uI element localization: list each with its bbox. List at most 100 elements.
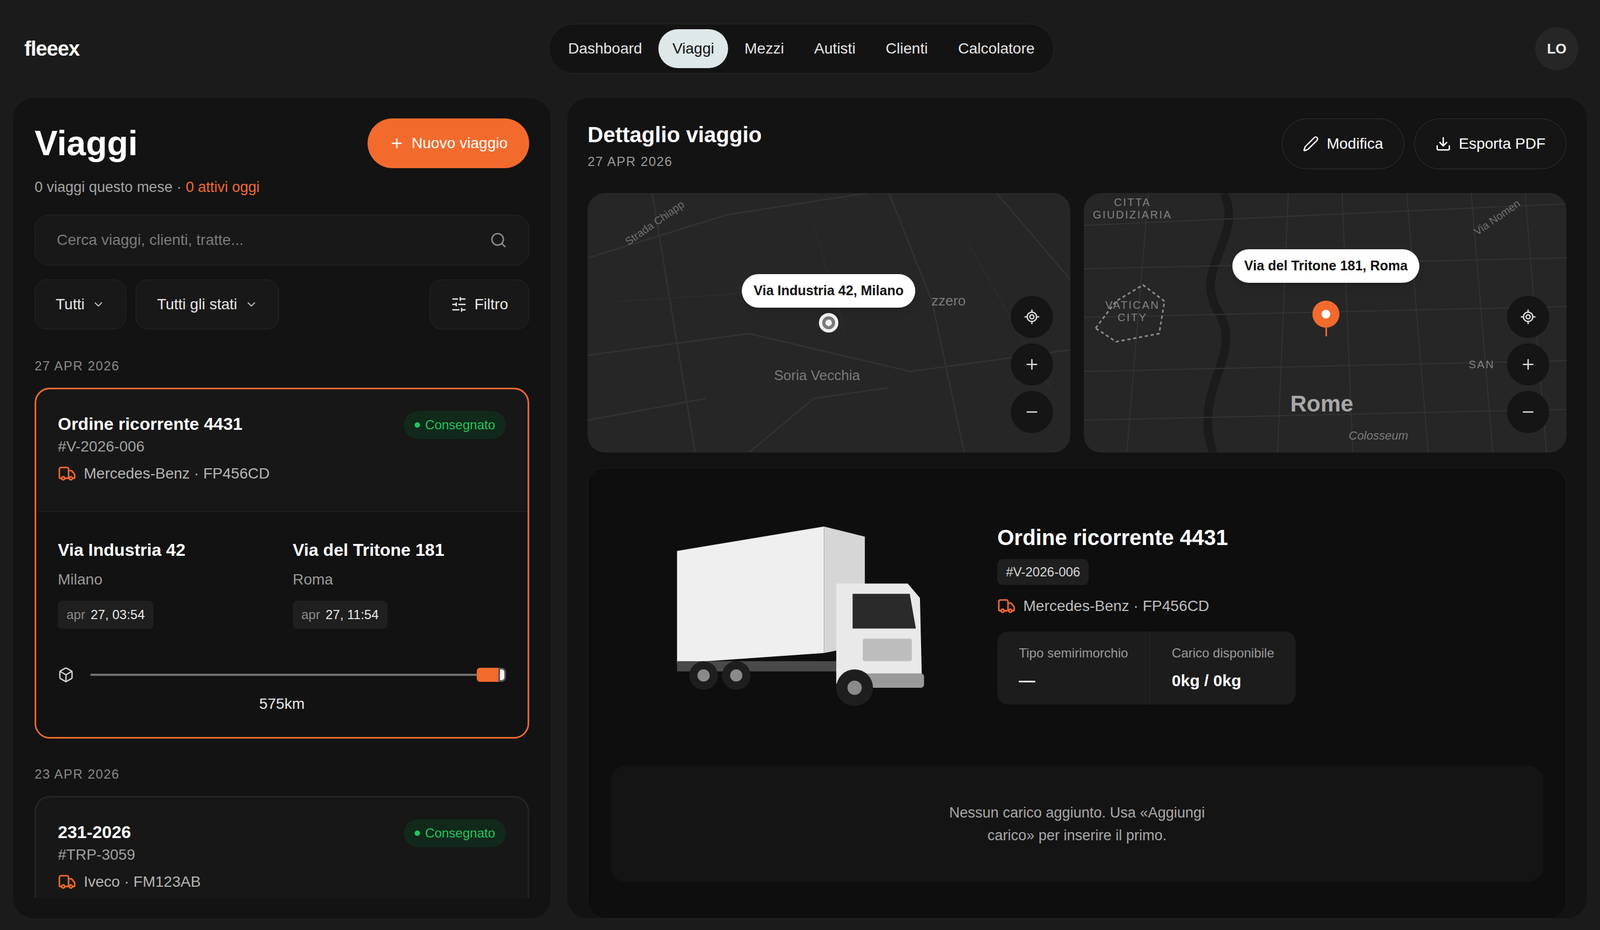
date-header: 27 APR 2026 — [34, 356, 530, 376]
trip-item: Ordine ricorrente 4431#V-2026-006Mercede… — [34, 387, 530, 739]
trip-route: Via Industria 42Milanoapr27, 03:54Via de… — [36, 511, 528, 737]
user-avatar[interactable]: LO — [1535, 27, 1579, 71]
nav-tab[interactable]: Mezzi — [730, 29, 798, 69]
filter-dropdown[interactable]: Tutti gli stati — [135, 279, 279, 330]
truck-icon — [997, 596, 1016, 616]
trips-summary: 0 viaggi questo mese ·0 attivi oggi — [34, 177, 530, 197]
route-map[interactable]: Strada ChiappzzeroSoria VecchiaVia Indus… — [587, 192, 1071, 453]
action-label: Esporta PDF — [1458, 132, 1546, 156]
vehicle-name: Iveco · FM123AB — [83, 871, 201, 892]
zoom-in-icon — [1520, 356, 1537, 373]
truck-icon — [57, 872, 77, 891]
trips-header: Viaggi Nuovo viaggio — [34, 118, 530, 169]
marker-body — [476, 667, 499, 682]
edit-button[interactable]: Modifica — [1281, 118, 1404, 170]
new-trip-label: Nuovo viaggio — [411, 131, 508, 155]
action-label: Modifica — [1326, 132, 1383, 156]
vehicle-name: Mercedes-Benz · FP456CD — [83, 463, 270, 484]
map-place-label: VATICAN CITY — [1094, 298, 1171, 324]
detail-title: Dettaglio viaggio — [587, 121, 762, 148]
route-stops: Via Industria 42Milanoapr27, 03:54Via de… — [57, 538, 506, 629]
zoom-in-button[interactable] — [1010, 343, 1053, 386]
zoom-in-button[interactable] — [1507, 343, 1550, 386]
spec-item: Tipo semirimorchio— — [997, 631, 1150, 705]
locate-button[interactable] — [1507, 295, 1550, 338]
detail-trip-title: Ordine ricorrente 4431 — [997, 524, 1229, 551]
account-area: LO — [1054, 27, 1579, 71]
truck-image — [672, 522, 929, 706]
zoom-out-icon — [1520, 403, 1537, 420]
map-place-label: zzero — [931, 290, 966, 312]
route-stop: Via Industria 42Milanoapr27, 03:54 — [57, 538, 272, 629]
trip-card[interactable]: Ordine ricorrente 4431#V-2026-006Mercede… — [34, 387, 530, 739]
main-nav: DashboardViaggiMezziAutistiClientiCalcol… — [548, 23, 1055, 74]
filter-button[interactable]: Filtro — [429, 279, 530, 330]
route-stop: Via del Tritone 181Romaapr27, 11:54 — [292, 538, 507, 629]
main-area: Viaggi Nuovo viaggio 0 viaggi questo mese … — [0, 97, 1600, 919]
truck-marker — [476, 667, 506, 682]
date-header: 23 APR 2026 — [34, 764, 530, 784]
empty-load-box: Nessun carico aggiunto. Usa «Aggiungi ca… — [610, 765, 1544, 882]
locate-button[interactable] — [1010, 295, 1053, 338]
detail-panel: Dettaglio viaggio 27 APR 2026 Modifica Espo… — [566, 97, 1588, 919]
nav-tab[interactable]: Clienti — [871, 29, 943, 69]
detail-vehicle: Mercedes-Benz · FP456CD — [997, 594, 1210, 618]
map-place-label: SAN — [1468, 358, 1495, 371]
chevron-down-icon — [244, 297, 258, 311]
trip-code: #V-2026-006 — [57, 436, 506, 457]
trip-list: 27 APR 2026 Ordine ricorrente 4431#V-2026… — [34, 329, 530, 898]
route-progress — [57, 666, 506, 683]
route-map[interactable]: CITTA GIUDIZIARIAVATICAN CITYRomeColosse… — [1083, 192, 1567, 453]
zoom-out-button[interactable] — [1010, 390, 1053, 433]
search-input[interactable] — [56, 228, 482, 252]
spec-label: Carico disponibile — [1171, 643, 1275, 663]
filter-label: Tutti gli stati — [156, 292, 237, 316]
trips-title: Viaggi — [34, 125, 138, 161]
nav-tab[interactable]: Autisti — [800, 29, 870, 69]
map-place-label: Soria Vecchia — [774, 364, 860, 386]
status-label: Consegnato — [425, 415, 496, 435]
map-controls — [1010, 295, 1053, 433]
nav-tab[interactable]: Calcolatore — [943, 29, 1049, 69]
plus-icon — [389, 135, 405, 151]
sliders-icon — [450, 296, 468, 313]
marker-cab — [498, 667, 506, 682]
zoom-out-button[interactable] — [1507, 390, 1550, 433]
export-pdf-button[interactable]: Esporta PDF — [1414, 118, 1567, 170]
stop-street: Via Industria 42 — [57, 538, 186, 561]
new-trip-button[interactable]: Nuovo viaggio — [367, 118, 530, 169]
trips-panel: Viaggi Nuovo viaggio 0 viaggi questo mese … — [12, 97, 552, 919]
nav-tab[interactable]: Dashboard — [554, 29, 657, 69]
stop-month: apr — [66, 604, 86, 625]
filter-dropdown[interactable]: Tutti — [34, 279, 126, 330]
top-bar: fleeexDashboardViaggiMezziAutistiClienti… — [0, 0, 1600, 98]
chevron-down-icon — [91, 297, 105, 311]
spec-item: Carico disponibile0kg / 0kg — [1149, 631, 1296, 705]
trip-card[interactable]: 231-2026#TRP-3059Iveco · FM123ABConsegna… — [34, 795, 530, 898]
detail-date: 27 APR 2026 — [587, 151, 762, 172]
pin-stick — [1325, 327, 1328, 337]
stop-hour: 27, 11:54 — [325, 604, 379, 625]
map-place-label: Rome — [1290, 386, 1354, 421]
map-place-label: Colosseum — [1348, 426, 1409, 445]
search-field[interactable] — [34, 214, 530, 266]
filter-label: Tutti — [55, 292, 85, 316]
detail-vehicle-name: Mercedes-Benz · FP456CD — [1023, 594, 1210, 618]
detail-trip-code: #V-2026-006 — [997, 558, 1089, 585]
nav-tab[interactable]: Viaggi — [658, 29, 729, 69]
pin-head — [1312, 300, 1340, 328]
trip-vehicle: Mercedes-Benz · FP456CD — [57, 463, 506, 484]
active-count: 0 attivi oggi — [185, 177, 260, 197]
origin-marker — [818, 312, 839, 333]
download-icon — [1435, 135, 1452, 152]
detail-actions: Modifica Esporta PDF — [1281, 118, 1567, 170]
package-icon — [57, 666, 75, 683]
trip-card-header: Ordine ricorrente 4431#V-2026-006Mercede… — [36, 389, 528, 512]
zoom-out-icon — [1023, 403, 1040, 420]
status-dot — [414, 422, 420, 428]
logo[interactable]: fleeex — [24, 33, 549, 65]
zoom-in-icon — [1023, 356, 1040, 373]
maps-row: Strada ChiappzzeroSoria VecchiaVia Indus… — [587, 192, 1567, 453]
progress-track — [90, 673, 506, 676]
trip-distance: 575km — [57, 692, 506, 716]
